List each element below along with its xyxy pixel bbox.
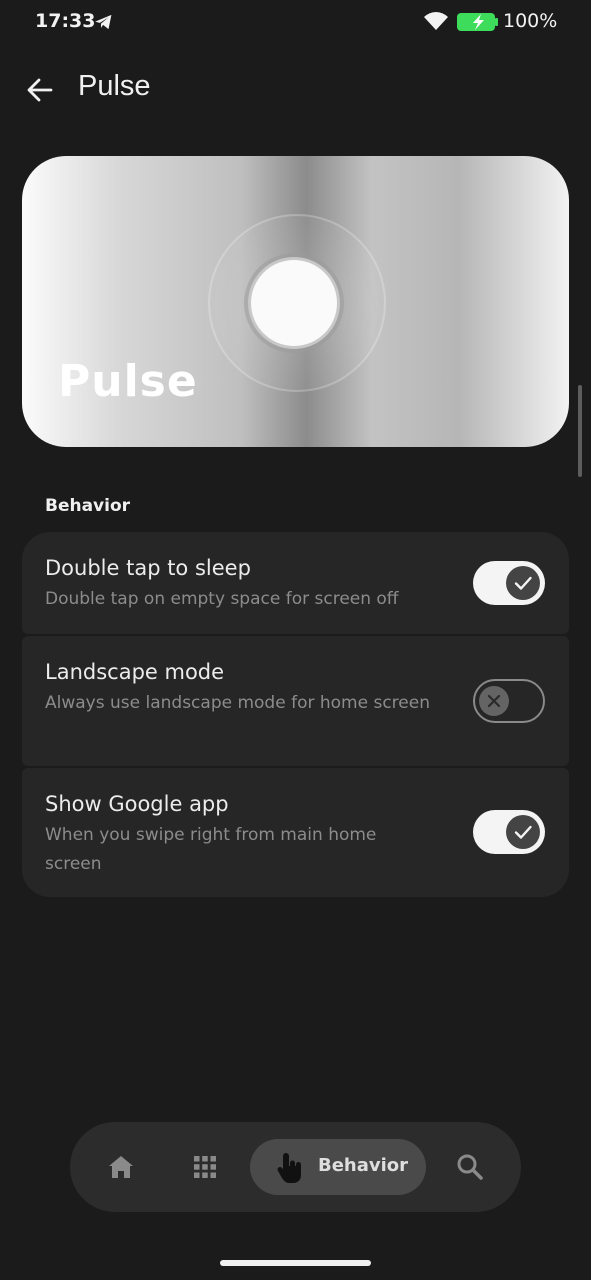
hero-banner: Pulse — [22, 156, 569, 447]
toggle-knob — [506, 815, 540, 849]
search-icon — [457, 1154, 483, 1180]
nav-search-button[interactable] — [447, 1144, 493, 1190]
wifi-icon — [424, 12, 448, 30]
page-title: Pulse — [78, 70, 151, 102]
pulse-dot — [251, 260, 337, 346]
landscape-mode-toggle[interactable] — [473, 679, 545, 723]
show-google-app-toggle[interactable] — [473, 810, 545, 854]
telegram-icon — [95, 14, 112, 30]
battery-percent: 100% — [503, 10, 558, 32]
hero-title: Pulse — [58, 356, 198, 407]
check-icon — [514, 825, 532, 839]
scrollbar-thumb[interactable] — [578, 385, 582, 477]
setting-landscape-mode[interactable]: Landscape mode Always use landscape mode… — [22, 636, 569, 766]
touch-icon — [277, 1153, 301, 1183]
arrow-left-icon — [27, 78, 53, 102]
bottom-navigation: Behavior — [70, 1122, 521, 1212]
setting-description: Double tap on empty space for screen off — [45, 589, 399, 609]
setting-title: Landscape mode — [45, 660, 225, 684]
apps-grid-icon — [194, 1156, 216, 1178]
setting-show-google-app[interactable]: Show Google app When you swipe right fro… — [22, 768, 569, 897]
double-tap-to-sleep-toggle[interactable] — [473, 561, 545, 605]
setting-title: Show Google app — [45, 792, 229, 816]
toggle-knob — [479, 686, 509, 716]
setting-double-tap-to-sleep[interactable]: Double tap to sleep Double tap on empty … — [22, 532, 569, 634]
close-icon — [487, 694, 501, 708]
back-button[interactable] — [22, 72, 58, 108]
battery-charging-icon — [457, 13, 498, 31]
section-header-behavior: Behavior — [45, 496, 131, 516]
toggle-knob — [506, 566, 540, 600]
setting-description: When you swipe right from main home scre… — [45, 825, 377, 874]
setting-description: Always use landscape mode for home scree… — [45, 693, 430, 713]
home-indicator[interactable] — [220, 1260, 371, 1266]
nav-home-button[interactable] — [98, 1144, 144, 1190]
status-bar: 17:33 100% — [0, 0, 591, 44]
nav-behavior-button[interactable]: Behavior — [250, 1139, 426, 1195]
check-icon — [514, 576, 532, 590]
home-icon — [109, 1156, 133, 1178]
nav-apps-button[interactable] — [182, 1144, 228, 1190]
nav-behavior-label: Behavior — [318, 1155, 409, 1176]
setting-title: Double tap to sleep — [45, 556, 251, 580]
status-time: 17:33 — [35, 10, 96, 32]
